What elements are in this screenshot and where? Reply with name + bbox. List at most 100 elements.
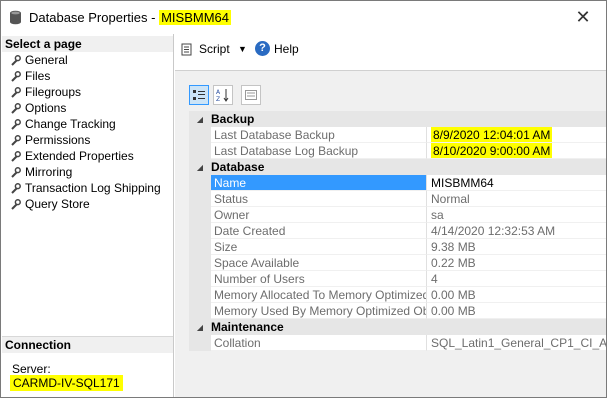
row-gutter xyxy=(189,223,211,239)
row-gutter xyxy=(189,239,211,255)
page-item-general[interactable]: General xyxy=(2,52,173,68)
page-item-label: Extended Properties xyxy=(25,149,134,163)
property-value-cell[interactable]: 0.00 MB xyxy=(427,287,606,303)
page-item-permissions[interactable]: Permissions xyxy=(2,132,173,148)
property-row[interactable]: Collation SQL_Latin1_General_CP1_CI_AS xyxy=(189,335,606,351)
property-row[interactable]: Status Normal xyxy=(189,191,606,207)
property-grid: ◢ Backup Last Database Backup 8/9/2020 12:0… xyxy=(189,111,606,351)
category-label: Backup xyxy=(211,112,255,126)
property-value-cell[interactable]: 8/10/2020 9:00:00 AM xyxy=(427,143,606,159)
row-gutter xyxy=(189,143,211,159)
row-gutter xyxy=(189,191,211,207)
svg-text:A: A xyxy=(216,89,221,96)
property-name[interactable]: Memory Used By Memory Optimized Objects xyxy=(211,303,427,319)
property-value-cell[interactable]: 4 xyxy=(427,271,606,287)
property-value: SQL_Latin1_General_CP1_CI_AS xyxy=(431,336,606,350)
toolbar: Script ▼ ? Help xyxy=(175,34,606,64)
property-value-cell[interactable]: Normal xyxy=(427,191,606,207)
property-value: 9.38 MB xyxy=(431,240,476,254)
page-item-label: Change Tracking xyxy=(25,117,116,131)
property-grid-toolbar: A Z xyxy=(189,85,261,105)
page-item-change-tracking[interactable]: Change Tracking xyxy=(2,116,173,132)
page-item-filegroups[interactable]: Filegroups xyxy=(2,84,173,100)
property-row[interactable]: Space Available 0.22 MB xyxy=(189,255,606,271)
row-gutter xyxy=(189,335,211,351)
page-item-transaction-log-shipping[interactable]: Transaction Log Shipping xyxy=(2,180,173,196)
category-backup[interactable]: ◢ Backup xyxy=(189,111,606,127)
collapse-icon[interactable]: ◢ xyxy=(189,163,211,172)
category-maintenance[interactable]: ◢ Maintenance xyxy=(189,319,606,335)
property-value-cell[interactable]: 8/9/2020 12:04:01 AM xyxy=(427,127,606,143)
property-value: 8/9/2020 12:04:01 AM xyxy=(431,127,553,142)
script-dropdown-icon[interactable]: ▼ xyxy=(238,44,247,54)
page-item-label: Query Store xyxy=(25,197,90,211)
property-row[interactable]: Owner sa xyxy=(189,207,606,223)
property-pages-icon xyxy=(245,90,257,100)
help-label: Help xyxy=(274,41,299,56)
property-pages-button[interactable] xyxy=(241,85,261,105)
window-title: Database Properties - MISBMM64 xyxy=(29,10,231,26)
collapse-icon[interactable]: ◢ xyxy=(189,115,211,124)
property-name[interactable]: Date Created xyxy=(211,223,427,239)
property-row[interactable]: Number of Users 4 xyxy=(189,271,606,287)
property-value: 0.22 MB xyxy=(431,256,476,270)
property-row[interactable]: Last Database Log Backup 8/10/2020 9:00:0… xyxy=(189,143,606,159)
page-item-label: Options xyxy=(25,101,67,115)
close-icon[interactable]: ✕ xyxy=(573,7,593,27)
script-button[interactable]: Script xyxy=(181,42,230,56)
title-bar: Database Properties - MISBMM64 ✕ xyxy=(1,1,606,34)
categorized-view-button[interactable] xyxy=(189,85,209,105)
property-value-cell[interactable]: 0.22 MB xyxy=(427,255,606,271)
property-value-cell[interactable]: MISBMM64 xyxy=(427,175,606,191)
property-row[interactable]: Size 9.38 MB xyxy=(189,239,606,255)
collapse-icon[interactable]: ◢ xyxy=(189,323,211,332)
property-value-cell[interactable]: SQL_Latin1_General_CP1_CI_AS xyxy=(427,335,606,351)
wrench-icon xyxy=(11,198,21,210)
wrench-icon xyxy=(11,182,21,194)
category-label: Database xyxy=(211,160,265,174)
wrench-icon xyxy=(11,150,21,162)
property-value: 0.00 MB xyxy=(431,304,476,318)
property-name[interactable]: Owner xyxy=(211,207,427,223)
category-database[interactable]: ◢ Database xyxy=(189,159,606,175)
window-title-db-name: MISBMM64 xyxy=(159,10,231,25)
wrench-icon xyxy=(11,102,21,114)
property-row[interactable]: Name MISBMM64 xyxy=(189,175,606,191)
property-value-cell[interactable]: 4/14/2020 12:32:53 AM xyxy=(427,223,606,239)
row-gutter xyxy=(189,287,211,303)
property-name[interactable]: Last Database Log Backup xyxy=(211,143,427,159)
wrench-icon xyxy=(11,86,21,98)
property-name[interactable]: Memory Allocated To Memory Optimized Obj… xyxy=(211,287,427,303)
page-item-label: Filegroups xyxy=(25,85,82,99)
right-pane: Script ▼ ? Help A Z ◢ Backup Last Databa… xyxy=(175,34,606,397)
page-item-extended-properties[interactable]: Extended Properties xyxy=(2,148,173,164)
property-value: 4 xyxy=(431,272,438,286)
wrench-icon xyxy=(11,54,21,66)
page-item-label: Files xyxy=(25,69,51,83)
page-item-query-store[interactable]: Query Store xyxy=(2,196,173,212)
page-item-files[interactable]: Files xyxy=(2,68,173,84)
page-item-label: General xyxy=(25,53,68,67)
property-row[interactable]: Memory Allocated To Memory Optimized Obj… xyxy=(189,287,606,303)
page-item-options[interactable]: Options xyxy=(2,100,173,116)
row-gutter xyxy=(189,255,211,271)
property-name[interactable]: Name xyxy=(211,175,427,191)
property-name[interactable]: Last Database Backup xyxy=(211,127,427,143)
property-name[interactable]: Collation xyxy=(211,335,427,351)
property-name[interactable]: Number of Users xyxy=(211,271,427,287)
alphabetical-sort-button[interactable]: A Z xyxy=(213,85,233,105)
property-name[interactable]: Status xyxy=(211,191,427,207)
property-value-cell[interactable]: sa xyxy=(427,207,606,223)
property-name[interactable]: Space Available xyxy=(211,255,427,271)
property-value-cell[interactable]: 0.00 MB xyxy=(427,303,606,319)
property-value-cell[interactable]: 9.38 MB xyxy=(427,239,606,255)
database-properties-window: Database Properties - MISBMM64 ✕ Select … xyxy=(0,0,607,398)
property-row[interactable]: Memory Used By Memory Optimized Objects 0… xyxy=(189,303,606,319)
property-name[interactable]: Size xyxy=(211,239,427,255)
page-item-mirroring[interactable]: Mirroring xyxy=(2,164,173,180)
property-value: MISBMM64 xyxy=(431,176,494,190)
property-row[interactable]: Date Created 4/14/2020 12:32:53 AM xyxy=(189,223,606,239)
page-item-label: Permissions xyxy=(25,133,91,147)
help-button[interactable]: ? Help xyxy=(255,41,299,56)
property-row[interactable]: Last Database Backup 8/9/2020 12:04:01 AM xyxy=(189,127,606,143)
